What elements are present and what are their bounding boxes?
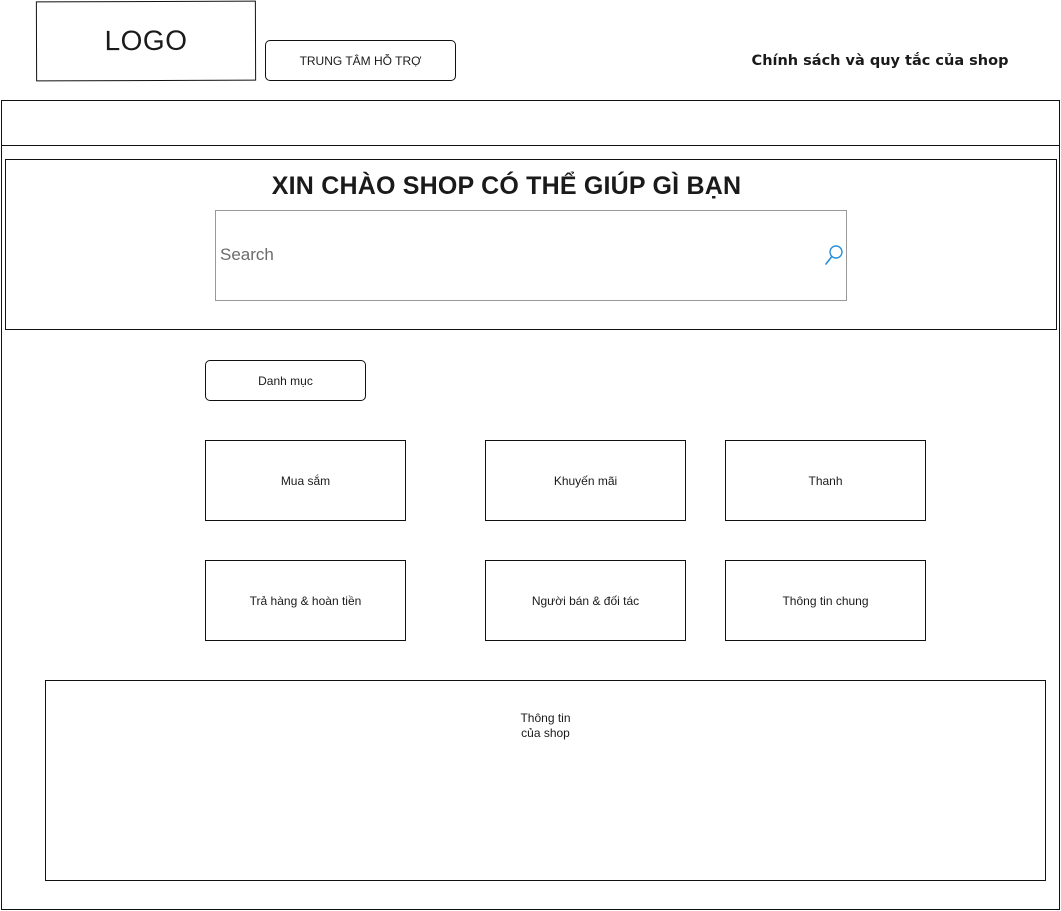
- tile-promotions[interactable]: Khuyến mãi: [485, 440, 686, 521]
- tile-label: Trả hàng & hoàn tiền: [249, 593, 362, 608]
- category-button[interactable]: Danh mục: [205, 360, 366, 401]
- support-center-button[interactable]: TRUNG TÂM HỖ TRỢ: [265, 40, 456, 81]
- tile-label: Khuyến mãi: [553, 473, 618, 488]
- tile-label: Thông tin chung: [782, 593, 869, 608]
- shop-info-text: Thông tin của shop: [520, 711, 571, 740]
- tile-label: Người bán & đối tác: [531, 593, 640, 608]
- tile-sellers-partners[interactable]: Người bán & đối tác: [485, 560, 686, 641]
- search-box: [215, 210, 847, 301]
- shop-policy-link[interactable]: Chính sách và quy tắc của shop: [745, 50, 1015, 72]
- tile-payment[interactable]: Thanh: [725, 440, 926, 521]
- tile-returns-refunds[interactable]: Trả hàng & hoàn tiền: [205, 560, 406, 641]
- search-input[interactable]: [220, 242, 810, 268]
- tile-shopping[interactable]: Mua sắm: [205, 440, 406, 521]
- hero-title: XIN CHÀO SHOP CÓ THỂ GIÚP GÌ BẠN: [271, 172, 742, 200]
- search-icon[interactable]: [824, 244, 844, 266]
- tile-label: Mua sắm: [280, 473, 331, 488]
- nav-bar: [1, 100, 1060, 146]
- tile-label: Thanh: [808, 473, 843, 488]
- logo: LOGO: [35, 0, 257, 82]
- shop-info-panel: Thông tin của shop: [45, 680, 1046, 881]
- tile-general-info[interactable]: Thông tin chung: [725, 560, 926, 641]
